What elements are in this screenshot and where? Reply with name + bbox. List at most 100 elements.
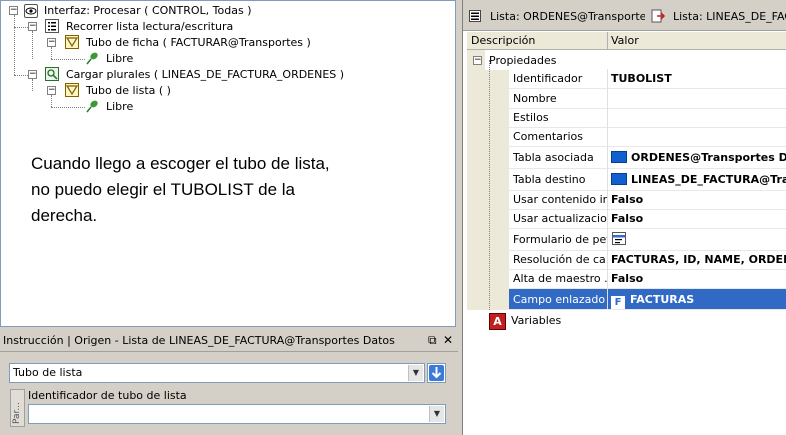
collapse-toggle[interactable]: −: [473, 56, 482, 65]
field-icon: F: [611, 296, 625, 309]
list-icon: [45, 19, 59, 33]
pin-button[interactable]: ⧉: [428, 333, 437, 348]
select-value: Tubo de lista: [13, 366, 83, 379]
variables-icon: A: [489, 313, 506, 330]
funnel-icon: [65, 35, 79, 49]
property-value-text: LINEAS_DE_FACTURA@Tran: [631, 173, 786, 186]
instruction-header: Instrucción | Origen - Lista de LINEAS_D…: [0, 331, 458, 352]
params-side-tab[interactable]: Par...: [10, 389, 25, 427]
tree-line: [32, 31, 33, 59]
property-row[interactable]: Identificador TUBOLIST: [467, 69, 786, 89]
eye-icon: [24, 4, 38, 18]
tree-node-file-tube[interactable]: Tubo de ficha ( FACTURAR@Transportes ): [86, 35, 311, 51]
tree-node-root[interactable]: Interfaz: Procesar ( CONTROL, Todas ): [44, 3, 252, 19]
property-name: Comentarios: [509, 127, 607, 147]
instruction-type-select[interactable]: Tubo de lista ▼: [9, 363, 425, 383]
leaf-icon: [85, 99, 99, 113]
property-value[interactable]: Falso: [607, 269, 786, 289]
instruction-title: Instrucción | Origen - Lista de LINEAS_D…: [3, 334, 395, 347]
property-row[interactable]: Usar contenido in... Falso: [467, 190, 786, 210]
tree-line: [51, 59, 85, 60]
chevron-down-icon[interactable]: ▼: [429, 406, 444, 422]
list-tube-id-select[interactable]: ▼: [28, 404, 446, 424]
tree-node-free[interactable]: Libre: [106, 51, 133, 67]
property-value[interactable]: ORDENES@Transportes Datos: [607, 147, 786, 169]
property-row[interactable]: Tabla destino LINEAS_DE_FACTURA@Tran: [467, 169, 786, 191]
funnel-icon: [65, 83, 79, 97]
tree-node-loop[interactable]: Recorrer lista lectura/escritura: [66, 19, 233, 35]
property-name: Usar contenido in...: [509, 190, 607, 210]
note-line: no puedo elegir el TUBOLIST de la: [31, 180, 295, 199]
property-value[interactable]: LINEAS_DE_FACTURA@Tran: [607, 169, 786, 191]
property-name: Formulario de pet...: [509, 229, 607, 251]
note-line: derecha.: [31, 206, 98, 225]
property-value[interactable]: F FACTURAS: [607, 289, 786, 310]
folder-icon: [611, 151, 627, 163]
collapse-toggle[interactable]: −: [47, 86, 56, 95]
column-description[interactable]: Descripción: [471, 34, 535, 47]
down-arrow-button[interactable]: [427, 363, 446, 383]
property-name: Identificador: [509, 69, 607, 89]
tree-line: [32, 79, 33, 91]
tab-bar: Lista: ORDENES@Transportes Da Lista: LIN…: [463, 0, 786, 31]
property-name: Campo enlazado ...: [509, 289, 607, 310]
export-icon: [651, 9, 666, 23]
tree-node-free[interactable]: Libre: [106, 99, 133, 115]
collapse-toggle[interactable]: −: [28, 22, 37, 31]
tab-orders-list[interactable]: Lista: ORDENES@Transportes Da: [490, 10, 645, 23]
property-value-text: FACTURAS: [630, 293, 695, 306]
magnifier-icon: [45, 67, 59, 81]
property-name: Resolución de ca...: [509, 250, 607, 270]
instruction-panel: Instrucción | Origen - Lista de LINEAS_D…: [0, 331, 458, 435]
property-name: Usar actualizacio...: [509, 209, 607, 229]
property-value[interactable]: Falso: [607, 209, 786, 229]
property-name: Tabla asociada: [509, 147, 607, 169]
property-row[interactable]: Comentarios: [467, 127, 786, 147]
collapse-toggle[interactable]: −: [9, 6, 18, 15]
property-name: Nombre: [509, 89, 607, 109]
tree-line: [51, 95, 52, 107]
property-name: Alta de maestro ...: [509, 269, 607, 289]
property-row[interactable]: Resolución de ca... FACTURAS, ID, NAME, …: [467, 250, 786, 270]
property-value[interactable]: Falso: [607, 190, 786, 210]
property-panel: Lista: ORDENES@Transportes Da Lista: LIN…: [462, 0, 786, 435]
close-button[interactable]: ✕: [443, 333, 453, 347]
folder-icon: [611, 173, 627, 185]
column-divider[interactable]: [607, 32, 608, 50]
variables-label: Variables: [511, 314, 562, 327]
property-row-selected[interactable]: Campo enlazado ... F FACTURAS: [467, 289, 786, 310]
property-name: Estilos: [509, 108, 607, 128]
tree-line: [14, 15, 15, 75]
property-row[interactable]: Tabla asociada ORDENES@Transportes Datos: [467, 147, 786, 169]
property-value[interactable]: [607, 89, 786, 109]
side-tab-label: Par...: [12, 402, 22, 424]
tree-node-list-tube[interactable]: Tubo de lista ( ): [86, 83, 171, 99]
property-row[interactable]: Alta de maestro ... Falso: [467, 269, 786, 289]
collapse-toggle[interactable]: −: [28, 70, 37, 79]
property-value[interactable]: [607, 108, 786, 128]
tab-invoice-lines-list[interactable]: Lista: LINEAS_DE_FACTU: [673, 10, 786, 23]
grid-header: Descripción Valor: [467, 32, 786, 50]
tree-panel: − Interfaz: Procesar ( CONTROL, Todas ) …: [0, 0, 456, 327]
group-properties[interactable]: Propiedades: [489, 54, 556, 67]
tree-node-load-plurals[interactable]: Cargar plurales ( LINEAS_DE_FACTURA_ORDE…: [66, 67, 344, 83]
chevron-down-icon[interactable]: ▼: [408, 365, 423, 381]
property-value[interactable]: [607, 229, 786, 251]
property-row[interactable]: Nombre: [467, 89, 786, 109]
property-value[interactable]: TUBOLIST: [607, 69, 786, 89]
variables-row[interactable]: A Variables: [467, 310, 786, 332]
property-value-text: ORDENES@Transportes Datos: [631, 151, 786, 164]
property-value[interactable]: FACTURAS, ID, NAME, ORDENES: [607, 250, 786, 270]
property-row[interactable]: Formulario de pet...: [467, 229, 786, 251]
property-value[interactable]: [607, 127, 786, 147]
form-icon: [612, 232, 626, 245]
property-row[interactable]: Estilos: [467, 108, 786, 128]
property-row[interactable]: Usar actualizacio... Falso: [467, 209, 786, 229]
field-label: Identificador de tubo de lista: [28, 389, 187, 402]
annotation-note: Cuando llego a escoger el tubo de lista,…: [31, 151, 431, 229]
tree-line: [51, 107, 85, 108]
column-value[interactable]: Valor: [611, 34, 639, 47]
tree-line: [51, 47, 52, 59]
collapse-toggle[interactable]: −: [47, 38, 56, 47]
list-icon: [469, 10, 481, 22]
